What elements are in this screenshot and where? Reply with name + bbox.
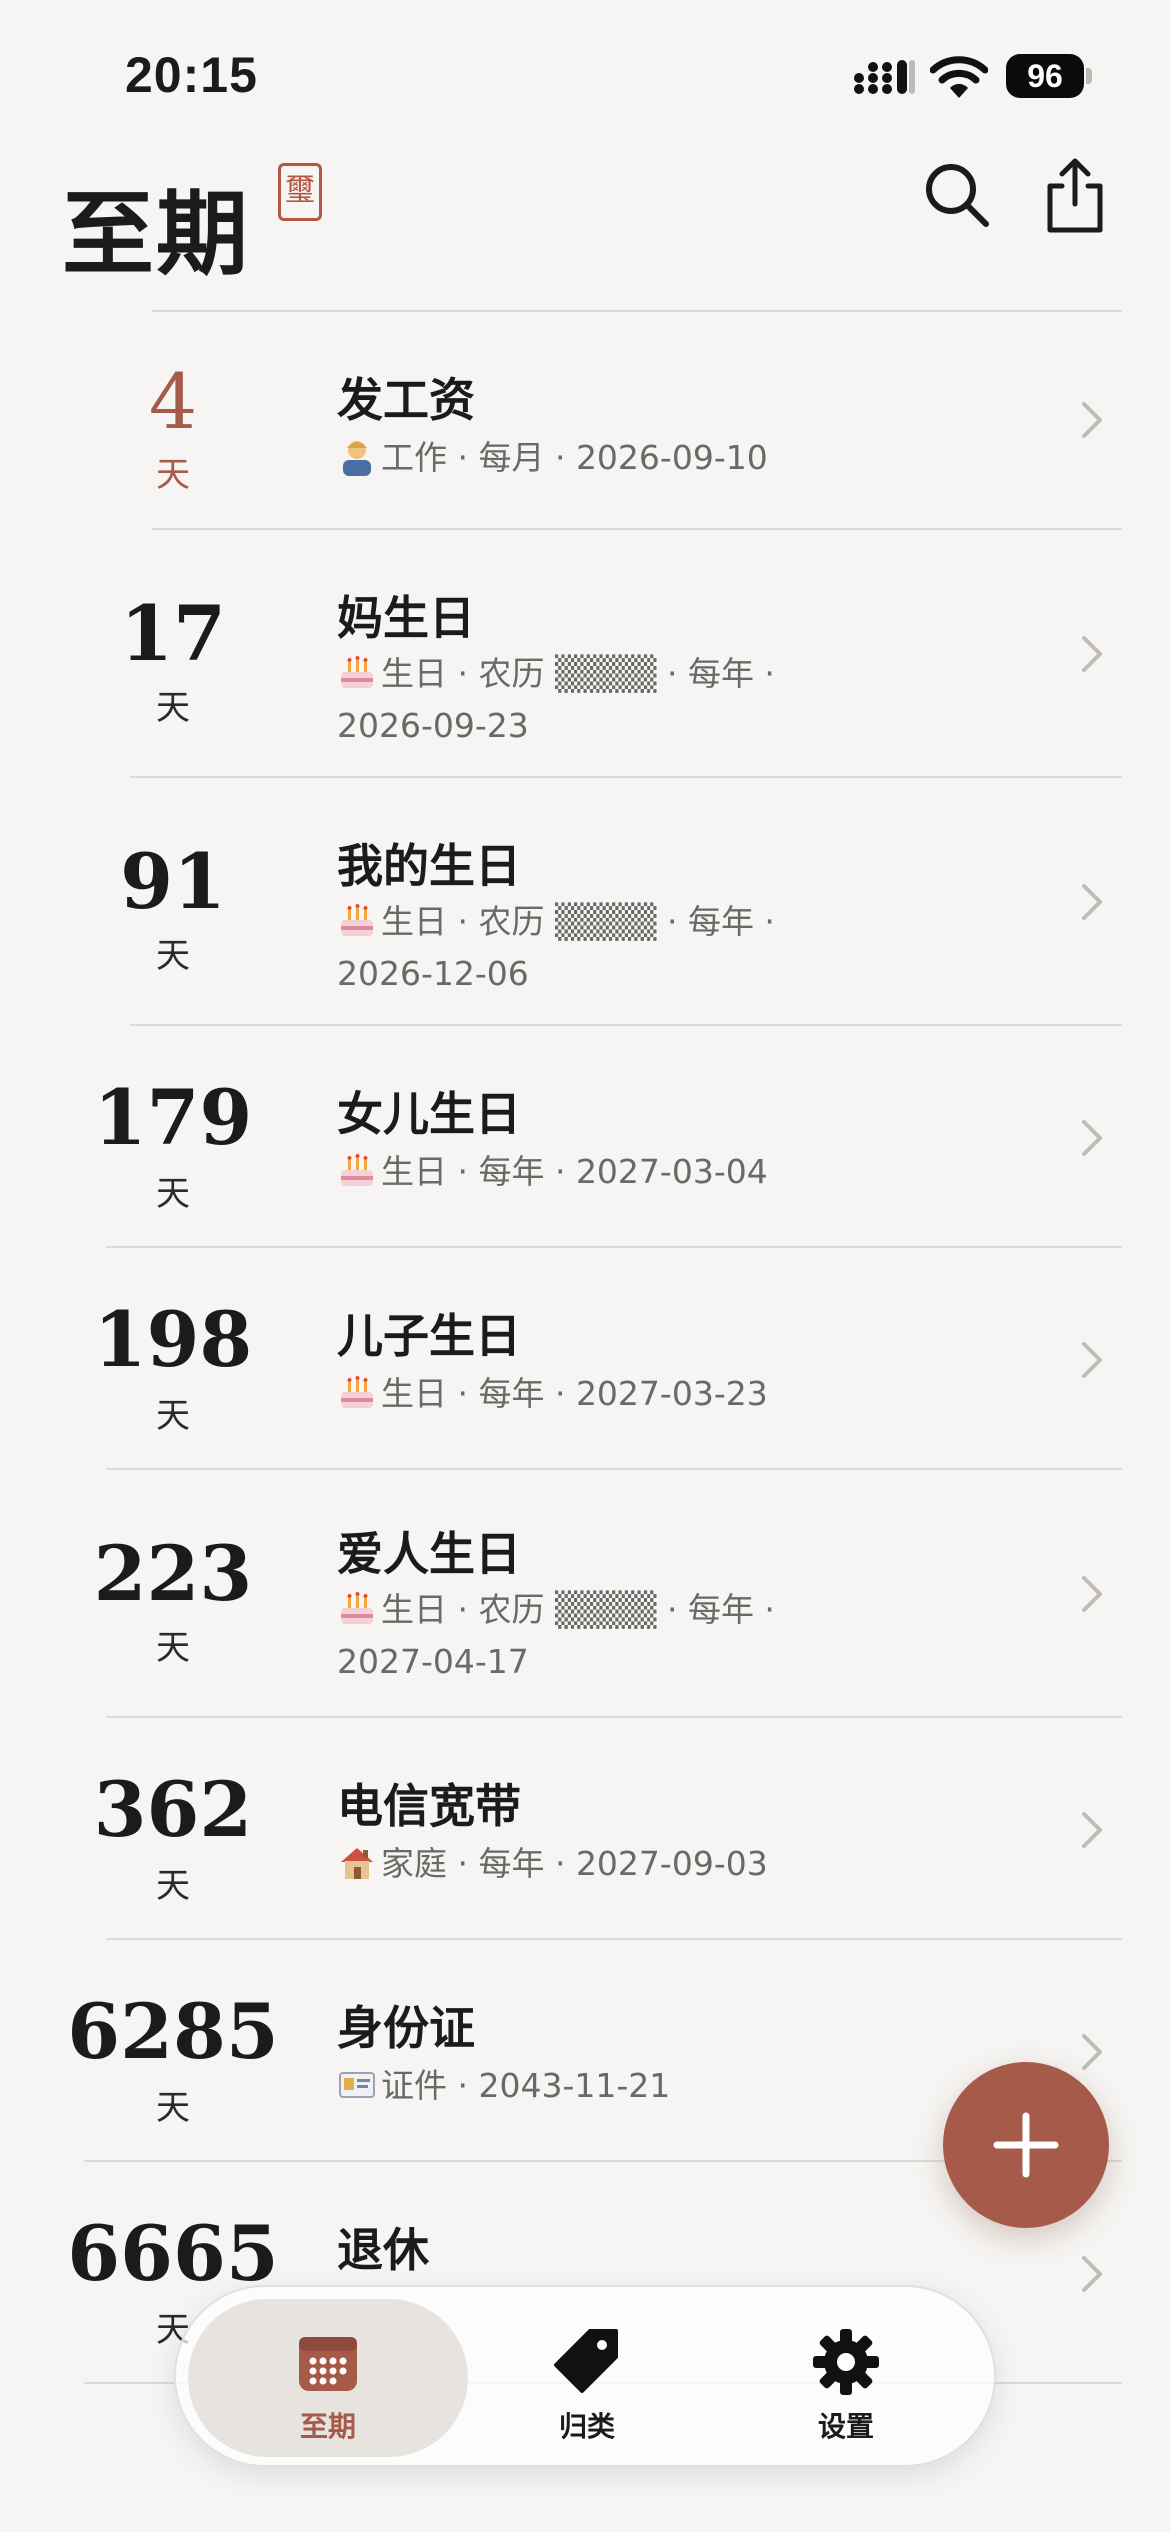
item-meta: 家庭 · 每年 · 2027-09-03 [337, 1838, 897, 1890]
battery-level: 96 [1006, 54, 1084, 98]
search-button[interactable] [922, 160, 992, 230]
item-title: 身份证 [337, 2001, 475, 2055]
item-meta-line: 证件 · 2043-11-21 [381, 2066, 671, 2105]
plus-icon [993, 2112, 1059, 2178]
house-icon [341, 1848, 373, 1879]
days-unit: 天 [156, 1396, 190, 1436]
days-count: 362 [93, 1765, 253, 1854]
item-title: 我的生日 [337, 839, 521, 893]
app-screen: 20:15 96 至期 璽 4 天 发工资 工作 · 每月 · 2026-09-… [0, 0, 1170, 2532]
list-item[interactable]: 362 天 电信宽带 家庭 · 每年 · 2027-09-03 [0, 1718, 1170, 1938]
days-unit: 天 [156, 688, 190, 728]
list-item[interactable]: 17 天 妈生日 生日 · 农历 ▒▒▒▒ · 每年 · 2026-09-23 [0, 530, 1170, 776]
birthday-cake-icon [341, 1592, 373, 1624]
item-title: 儿子生日 [337, 1309, 521, 1363]
tab-label: 至期 [299, 2410, 356, 2443]
days-count: 6285 [67, 1987, 279, 2076]
list-item[interactable]: 91 天 我的生日 生日 · 农历 ▒▒▒▒ · 每年 · 2026-12-06 [0, 778, 1170, 1024]
item-meta-line: 2026-09-23 [337, 706, 529, 745]
birthday-cake-icon [341, 1376, 373, 1408]
list-item[interactable]: 198 天 儿子生日 生日 · 每年 · 2027-03-23 [0, 1248, 1170, 1468]
item-title: 妈生日 [337, 591, 475, 645]
item-meta-line: 2027-04-17 [337, 1642, 529, 1681]
item-meta-line: 生日 · 每年 · 2027-03-23 [381, 1374, 768, 1413]
days-unit: 天 [156, 1174, 190, 1214]
chevron-right-icon [1082, 1812, 1102, 1848]
list-item[interactable]: 223 天 爱人生日 生日 · 农历 ▒▒▒▒ · 每年 · 2027-04-1… [0, 1470, 1170, 1716]
item-meta-line: 2026-12-06 [337, 954, 529, 993]
item-meta: 生日 · 农历 ▒▒▒▒ · 每年 · 2027-04-17 [337, 1584, 897, 1688]
days-count: 223 [93, 1529, 253, 1618]
worker-emoji-icon [343, 441, 371, 476]
chevron-right-icon [1082, 402, 1102, 438]
chevron-right-icon [1082, 1120, 1102, 1156]
id-card-icon [339, 2072, 375, 2098]
item-meta: 生日 · 每年 · 2027-03-23 [337, 1368, 897, 1420]
birthday-cake-icon [341, 904, 373, 936]
days-count: 179 [93, 1073, 253, 1162]
tab-label: 归类 [558, 2410, 615, 2443]
list-item[interactable]: 179 天 女儿生日 生日 · 每年 · 2027-03-04 [0, 1026, 1170, 1246]
chevron-right-icon [1082, 884, 1102, 920]
list-item[interactable]: 4 天 发工资 工作 · 每月 · 2026-09-10 [0, 312, 1170, 528]
tag-icon [554, 2329, 618, 2393]
item-title: 退休 [337, 2223, 429, 2277]
birthday-cake-icon [341, 656, 373, 688]
tab-deadlines[interactable]: 至期 [188, 2299, 468, 2457]
add-item-button[interactable] [943, 2062, 1109, 2228]
tab-label: 设置 [817, 2410, 874, 2443]
days-unit: 天 [156, 2088, 190, 2128]
wifi-icon [930, 56, 988, 98]
seal-icon: 璽 [278, 163, 322, 221]
days-unit: 天 [156, 1866, 190, 1906]
chevron-right-icon [1082, 636, 1102, 672]
share-button[interactable] [1040, 158, 1110, 234]
item-meta: 生日 · 农历 ▒▒▒▒ · 每年 · 2026-12-06 [337, 896, 897, 1000]
chevron-right-icon [1082, 2256, 1102, 2292]
days-count: 91 [120, 837, 226, 926]
item-meta: 生日 · 每年 · 2027-03-04 [337, 1146, 897, 1198]
item-meta: 证件 · 2043-11-21 [337, 2060, 897, 2112]
chevron-right-icon [1082, 1342, 1102, 1378]
item-meta: 生日 · 农历 ▒▒▒▒ · 每年 · 2026-09-23 [337, 648, 897, 752]
status-time: 20:15 [125, 47, 258, 103]
battery-icon: 96 [1006, 54, 1092, 98]
item-meta: 工作 · 每月 · 2026-09-10 [337, 432, 897, 484]
item-title: 发工资 [337, 373, 475, 427]
item-meta-line: 工作 · 每月 · 2026-09-10 [381, 438, 768, 477]
gear-icon [813, 2329, 879, 2395]
days-count: 198 [93, 1295, 253, 1384]
days-unit: 天 [156, 936, 190, 976]
item-title: 女儿生日 [337, 1087, 521, 1141]
days-unit: 天 [156, 1628, 190, 1668]
item-meta-line: 家庭 · 每年 · 2027-09-03 [381, 1844, 768, 1883]
tab-categories[interactable]: 归类 [447, 2299, 727, 2457]
item-title: 爱人生日 [337, 1527, 521, 1581]
item-meta-line: 生日 · 每年 · 2027-03-04 [381, 1152, 768, 1191]
chevron-right-icon [1082, 1576, 1102, 1612]
tab-settings[interactable]: 设置 [706, 2299, 986, 2457]
item-meta-line: 生日 · 农历 ▒▒▒▒ · 每年 · [381, 902, 775, 941]
days-count: 17 [120, 589, 226, 678]
days-count: 4 [148, 357, 198, 446]
item-title: 电信宽带 [337, 1779, 521, 1833]
chevron-right-icon [1082, 2034, 1102, 2070]
birthday-cake-icon [341, 1154, 373, 1186]
item-meta-line: 生日 · 农历 ▒▒▒▒ · 每年 · [381, 654, 775, 693]
tab-bar: 至期 归类 设置 [174, 2285, 996, 2467]
status-bar: 20:15 96 [0, 0, 1170, 150]
days-count: 6665 [67, 2209, 279, 2298]
item-meta-line: 生日 · 农历 ▒▒▒▒ · 每年 · [381, 1590, 775, 1629]
page-title: 至期 [62, 180, 251, 288]
cellular-signal-icon [854, 60, 915, 94]
days-unit: 天 [156, 455, 190, 495]
calendar-icon [299, 2337, 357, 2391]
